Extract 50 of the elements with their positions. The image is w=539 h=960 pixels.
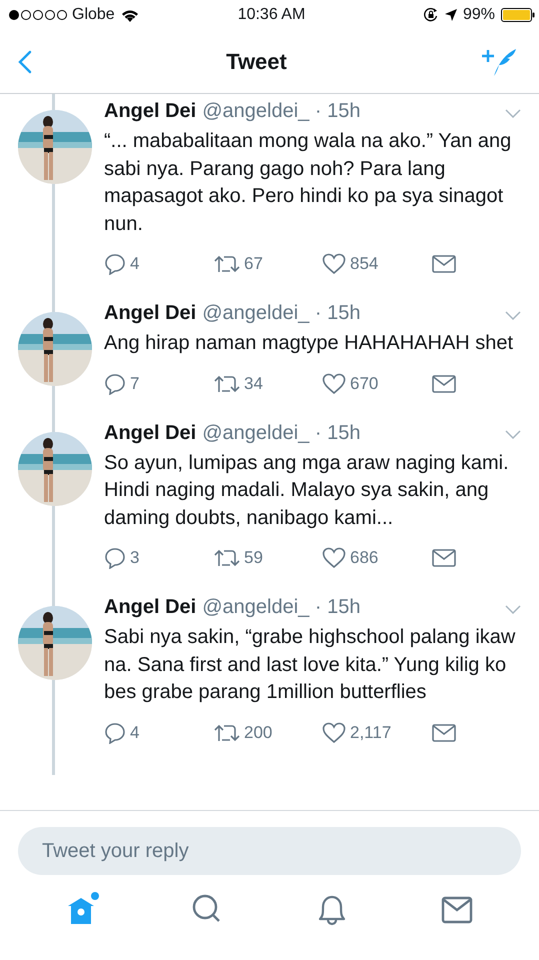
page-title: Tweet <box>226 48 287 74</box>
reply-count: 4 <box>130 254 140 274</box>
heart-icon[interactable] <box>322 547 346 569</box>
reply-icon[interactable] <box>104 253 126 275</box>
envelope-icon[interactable] <box>432 254 456 274</box>
author-name: Angel Dei <box>104 596 196 619</box>
retweet-count: 34 <box>244 374 263 394</box>
reply-icon[interactable] <box>104 372 126 394</box>
rotation-lock-icon <box>422 7 439 23</box>
heart-icon[interactable] <box>322 253 346 275</box>
battery-icon <box>500 8 535 22</box>
retweet-count: 200 <box>244 722 272 742</box>
like-count: 670 <box>350 374 378 394</box>
author-name: Angel Dei <box>104 302 196 325</box>
retweet-icon[interactable] <box>214 254 240 274</box>
tweet-meta: @angeldei_ · 15h <box>202 596 362 619</box>
envelope-icon[interactable] <box>432 722 456 742</box>
retweet-count: 67 <box>244 254 263 274</box>
tweet-text: Sabi nya sakin, “grabe highschool palang ikaw na. Sana first and last love kita.” Yung kilig ko bes grabe parang 1million butterflies <box>104 625 516 705</box>
like-count: 2,117 <box>350 722 392 742</box>
reply-icon[interactable] <box>104 547 126 569</box>
wifi-icon <box>120 8 139 22</box>
reply-field[interactable]: Tweet your reply <box>18 827 521 875</box>
carrier-name: Globe <box>72 6 115 24</box>
heart-icon[interactable] <box>322 372 346 394</box>
tweet-text: So ayun, lumipas ang mga araw naging kami. Hindi naging madali. Malayo sya sakin, ang daming doubts, nanibago kami... <box>104 450 510 530</box>
signal-icon <box>8 9 68 21</box>
envelope-icon[interactable] <box>432 548 456 568</box>
reply-count: 7 <box>130 374 140 394</box>
tweet-meta: @angeldei_ · 15h <box>202 100 362 123</box>
like-count: 686 <box>350 548 378 568</box>
reply-icon[interactable] <box>104 722 126 744</box>
retweet-icon[interactable] <box>214 374 240 394</box>
like-count: 854 <box>350 254 378 274</box>
location-arrow-icon <box>444 9 457 21</box>
status-time: 10:36 AM <box>238 6 306 24</box>
tweet-text: “... mababalitaan mong wala na ako.” Yan ang sabi nya. Parang gago noh? Para lang mapasagot ako. Pero hindi ko pa sya sinagot nun. <box>104 129 512 236</box>
author-name: Angel Dei <box>104 422 196 444</box>
author-name: Angel Dei <box>104 100 196 123</box>
reply-count: 4 <box>130 722 140 742</box>
tweet-meta: @angeldei_ · 15h <box>202 422 362 444</box>
battery-percent: 99% <box>462 6 495 24</box>
retweet-count: 59 <box>244 548 263 568</box>
tweet-meta: @angeldei_ · 15h <box>202 302 362 325</box>
retweet-icon[interactable] <box>214 722 240 742</box>
heart-icon[interactable] <box>322 722 346 744</box>
tweet-text: Ang hirap naman magtype HAHAHAHAH shet <box>104 331 514 356</box>
envelope-icon[interactable] <box>432 374 456 394</box>
retweet-icon[interactable] <box>214 548 240 568</box>
reply-count: 3 <box>130 548 140 568</box>
